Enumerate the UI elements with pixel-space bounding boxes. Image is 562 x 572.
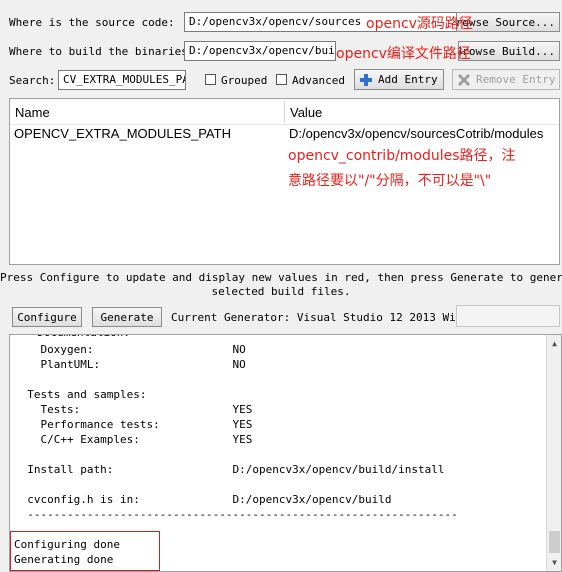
contrib-annotation-line1: opencv_contrib/modules路径，注 xyxy=(288,148,516,164)
build-label: Where to build the binaries: xyxy=(9,45,195,58)
plus-icon xyxy=(360,73,372,86)
scrollbar-thumb[interactable] xyxy=(549,531,560,553)
clipped-line: Documentation: xyxy=(24,335,544,340)
remove-entry-button[interactable]: Remove Entry xyxy=(452,69,560,90)
search-label: Search: xyxy=(9,74,56,87)
configure-button[interactable]: Configure xyxy=(12,307,82,327)
output-scrollbar[interactable]: ▲ ▼ xyxy=(546,335,561,571)
chevron-up-icon[interactable]: ▲ xyxy=(547,336,561,351)
generate-button[interactable]: Generate xyxy=(92,307,162,327)
output-line: Tests and samples: xyxy=(14,388,147,401)
add-entry-button[interactable]: Add Entry xyxy=(354,69,444,90)
cache-table[interactable]: Name Value OPENCV_EXTRA_MODULES_PATH D:/… xyxy=(9,98,560,265)
output-line: Install path: D:/opencv3x/opencv/build/i… xyxy=(14,463,445,476)
build-annotation: opencv编译文件路径 xyxy=(336,46,471,62)
column-header-name[interactable]: Name xyxy=(15,105,50,120)
column-header-value[interactable]: Value xyxy=(290,105,322,120)
remove-entry-label: Remove Entry xyxy=(476,73,556,86)
current-generator-text: Current Generator: Visual Studio 12 2013… xyxy=(171,311,476,324)
output-line: C/C++ Examples: YES xyxy=(14,433,253,446)
grouped-label: Grouped xyxy=(221,74,268,87)
advanced-checkbox[interactable] xyxy=(276,74,287,85)
output-line: Performance tests: YES xyxy=(14,418,253,431)
source-annotation: opencv源码路径 xyxy=(366,16,473,32)
add-entry-label: Add Entry xyxy=(378,73,438,86)
contrib-annotation-line2: 意路径要以"/"分隔，不可以是"\" xyxy=(288,173,492,189)
output-line: Doxygen: NO xyxy=(14,343,246,356)
table-row[interactable]: OPENCV_EXTRA_MODULES_PATH D:/opencv3x/op… xyxy=(10,126,559,142)
progress-bar xyxy=(456,305,560,327)
highlight-box xyxy=(10,531,160,571)
source-label: Where is the source code: xyxy=(9,16,175,29)
chevron-down-icon[interactable]: ▼ xyxy=(547,555,561,570)
header-divider xyxy=(10,124,559,125)
grouped-checkbox[interactable] xyxy=(205,74,216,85)
output-log[interactable]: Documentation: Doxygen: NO PlantUML: NO … xyxy=(9,334,562,572)
column-divider xyxy=(284,101,285,123)
browse-build-button[interactable]: Browse Build... xyxy=(458,41,560,61)
cache-entry-value[interactable]: D:/opencv3x/opencv/sourcesCotrib/modules xyxy=(289,126,543,141)
cache-entry-name: OPENCV_EXTRA_MODULES_PATH xyxy=(14,126,231,141)
output-line: PlantUML: NO xyxy=(14,358,246,371)
info-text-line1: Press Configure to update and display ne… xyxy=(0,271,562,284)
search-input[interactable]: CV_EXTRA_MODULES_PATH xyxy=(58,70,186,90)
build-path-input[interactable]: D:/opencv3x/opencv/build xyxy=(184,41,336,61)
output-line: ----------------------------------------… xyxy=(14,508,458,521)
advanced-label: Advanced xyxy=(292,74,345,87)
info-text-line2: selected build files. xyxy=(211,285,351,298)
output-line: cvconfig.h is in: D:/opencv3x/opencv/bui… xyxy=(14,493,392,506)
output-line: Tests: YES xyxy=(14,403,253,416)
x-icon xyxy=(457,73,471,86)
